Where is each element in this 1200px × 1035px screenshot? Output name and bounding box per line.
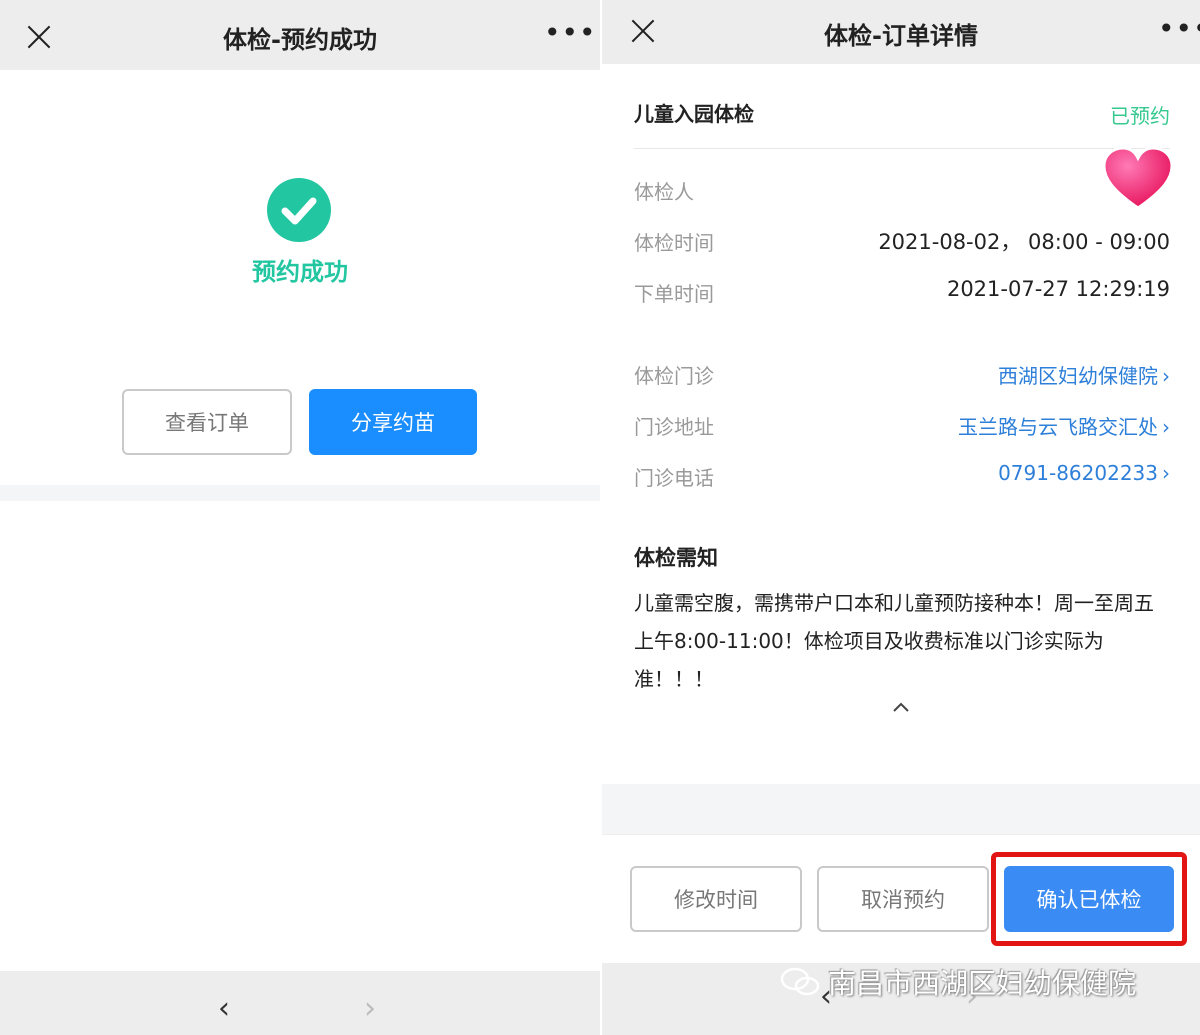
clinic-value: 西湖区妇幼保健院 [998, 364, 1158, 388]
section-divider [602, 784, 1200, 834]
phone-label: 门诊电话 [634, 466, 714, 490]
back-arrow-icon[interactable]: ‹ [218, 991, 230, 1026]
more-icon[interactable]: ••• [544, 19, 596, 47]
divider [602, 834, 1200, 835]
view-order-button[interactable]: 查看订单 [122, 389, 292, 455]
booking-success-screen: 体检-预约成功 ••• 预约成功 查看订单 分享约苗 ‹ › [0, 0, 600, 1035]
chevron-up-icon[interactable] [890, 696, 912, 718]
cancel-booking-button[interactable]: 取消预约 [817, 866, 989, 932]
modify-time-button[interactable]: 修改时间 [630, 866, 802, 932]
examinee-label: 体检人 [634, 180, 694, 204]
status-badge: 已预约 [1110, 104, 1170, 128]
wechat-logo-icon [780, 966, 820, 1005]
clinic-label: 体检门诊 [634, 364, 714, 388]
order-name: 儿童入园体检 [634, 102, 754, 126]
order-time-value: 2021-07-27 12:29:19 [946, 277, 1170, 301]
check-circle-icon [267, 178, 331, 242]
success-message: 预约成功 [252, 258, 348, 286]
divider [634, 148, 1170, 149]
exam-time-value: 2021-08-02， 08:00 - 09:00 [878, 230, 1170, 254]
clinic-link[interactable]: 西湖区妇幼保健院 › [998, 360, 1170, 389]
notice-title: 体检需知 [634, 546, 718, 570]
forward-arrow-icon[interactable]: › [364, 991, 376, 1026]
title-bar: 体检-订单详情 ••• [602, 0, 1200, 64]
highlight-annotation [991, 852, 1187, 946]
order-detail-screen: 体检-订单详情 ••• 儿童入园体检 已预约 体检人 体检时间 2021-08-… [602, 0, 1200, 1035]
section-divider [0, 485, 600, 501]
chevron-right-icon: › [1162, 364, 1170, 388]
title-bar: 体检-预约成功 ••• [0, 0, 600, 70]
watermark-text: 南昌市西湖区妇幼保健院 [828, 967, 1137, 1000]
share-button[interactable]: 分享约苗 [309, 389, 477, 455]
address-label: 门诊地址 [634, 415, 714, 439]
address-value: 玉兰路与云飞路交汇处 [958, 415, 1158, 439]
close-icon[interactable] [26, 24, 52, 50]
chevron-right-icon: › [1162, 415, 1170, 439]
page-title: 体检-订单详情 [824, 22, 978, 50]
heart-icon [1102, 146, 1174, 212]
order-time-label: 下单时间 [634, 282, 714, 306]
address-link[interactable]: 玉兰路与云飞路交汇处 › [958, 411, 1170, 440]
close-icon[interactable] [630, 18, 656, 44]
page-title: 体检-预约成功 [223, 26, 377, 54]
watermark: 南昌市西湖区妇幼保健院 [780, 962, 1136, 1005]
notice-body: 儿童需空腹，需携带户口本和儿童预防接种本！周一至周五 上午8:00-11:00！… [634, 591, 1154, 691]
bottom-nav-bar: ‹ › [0, 971, 600, 1035]
exam-time-label: 体检时间 [634, 231, 714, 255]
more-icon[interactable]: ••• [1158, 15, 1200, 43]
phone-value: 0791-86202233 [998, 461, 1158, 485]
phone-link[interactable]: 0791-86202233 › [998, 461, 1170, 485]
chevron-right-icon: › [1162, 461, 1170, 485]
